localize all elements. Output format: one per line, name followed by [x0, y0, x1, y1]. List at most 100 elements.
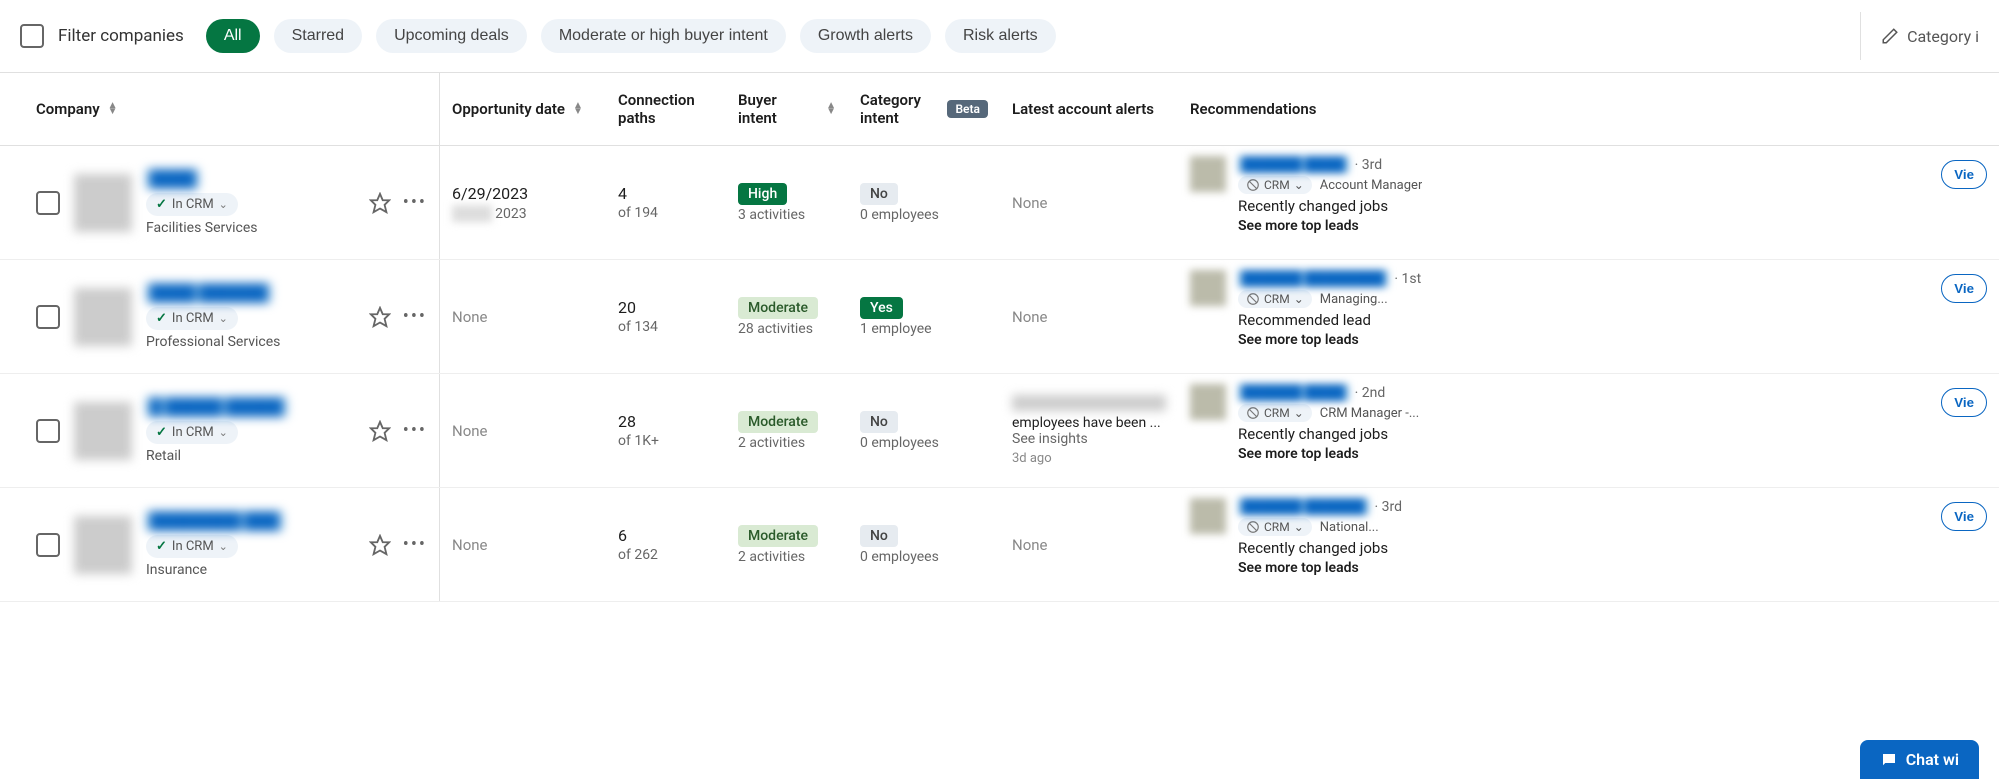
chevron-down-icon: ⌄ [1294, 178, 1304, 192]
lead-avatar[interactable] [1190, 384, 1226, 420]
check-icon: ✓ [156, 197, 167, 212]
check-icon: ✓ [156, 425, 167, 440]
crm-chip-small[interactable]: CRM ⌄ [1238, 176, 1312, 194]
crm-chip-small[interactable]: CRM ⌄ [1238, 290, 1312, 308]
column-category[interactable]: Category intent Beta [848, 73, 1000, 145]
chevron-down-icon: ⌄ [219, 312, 228, 325]
cell-alerts: employees have been ... See insights 3d … [1000, 374, 1178, 487]
row-checkbox[interactable] [36, 419, 60, 443]
lead-reason: Recently changed jobs [1238, 425, 1929, 443]
category-intent-badge: No [860, 525, 898, 547]
lead-avatar[interactable] [1190, 156, 1226, 192]
view-button[interactable]: Vie [1941, 388, 1987, 417]
conn-total: of 134 [618, 319, 714, 335]
company-logo[interactable] [74, 174, 132, 232]
see-more-leads-link[interactable]: See more top leads [1238, 218, 1929, 234]
cell-connection: 20 of 134 [606, 260, 726, 373]
star-icon[interactable] [369, 420, 391, 442]
opp-sub: ████ 2023 [452, 205, 594, 222]
lead-name-link[interactable]: ██████ ████████ [1238, 270, 1388, 287]
star-icon[interactable] [369, 306, 391, 328]
select-all-checkbox[interactable] [20, 24, 44, 48]
buyer-activities: 3 activities [738, 207, 836, 223]
lead-name-link[interactable]: ██████ ██████ [1238, 498, 1369, 515]
company-name-link[interactable]: ████████ ███ [146, 511, 283, 531]
alerts-none: None [1012, 536, 1166, 554]
more-actions-icon[interactable]: ••• [403, 420, 427, 441]
column-connection[interactable]: Connection paths [606, 73, 726, 145]
rec-body: ██████ ████ · 2nd CRM ⌄ CRM Manager -...… [1238, 384, 1929, 462]
chevron-down-icon: ⌄ [219, 198, 228, 211]
star-icon[interactable] [369, 534, 391, 556]
lead-reason: Recently changed jobs [1238, 539, 1929, 557]
company-info: ████████ ███ ✓ In CRM ⌄ Insurance [146, 511, 355, 578]
column-alerts[interactable]: Latest account alerts [1000, 73, 1178, 145]
view-button[interactable]: Vie [1941, 160, 1987, 189]
category-employees: 0 employees [860, 207, 988, 223]
lead-avatar[interactable] [1190, 270, 1226, 306]
crm-chip[interactable]: ✓ In CRM ⌄ [146, 307, 238, 330]
column-opportunity[interactable]: Opportunity date ▲▼ [440, 73, 606, 145]
column-buyer[interactable]: Buyer intent ▲▼ [726, 73, 848, 145]
crm-chip-small[interactable]: CRM ⌄ [1238, 518, 1312, 536]
crm-chip-small[interactable]: CRM ⌄ [1238, 404, 1312, 422]
company-industry: Facilities Services [146, 220, 355, 236]
company-name-link[interactable]: █ █████ █████ [146, 397, 287, 417]
cell-connection: 28 of 1K+ [606, 374, 726, 487]
category-edit-action[interactable]: Category i [1860, 12, 1979, 60]
lead-name-link[interactable]: ██████ ████ [1238, 384, 1349, 401]
more-actions-icon[interactable]: ••• [403, 192, 427, 213]
cell-category: No 0 employees [848, 146, 1000, 259]
company-logo[interactable] [74, 516, 132, 574]
see-more-leads-link[interactable]: See more top leads [1238, 332, 1929, 348]
company-name-link[interactable]: ████ [146, 169, 199, 189]
crm-chip[interactable]: ✓ In CRM ⌄ [146, 421, 238, 444]
chat-widget[interactable]: Chat wi [1860, 740, 1979, 779]
cell-alerts: None [1000, 146, 1178, 259]
crm-chip[interactable]: ✓ In CRM ⌄ [146, 193, 238, 216]
category-edit-label: Category i [1907, 27, 1979, 46]
cell-company: ████ ██████ ✓ In CRM ⌄ Professional Serv… [0, 260, 440, 373]
star-icon[interactable] [369, 192, 391, 214]
rec-body: ██████ ████████ · 1st CRM ⌄ Managing... … [1238, 270, 1929, 348]
crm-chip[interactable]: ✓ In CRM ⌄ [146, 535, 238, 558]
filter-pill-upcoming[interactable]: Upcoming deals [376, 19, 527, 53]
see-more-leads-link[interactable]: See more top leads [1238, 560, 1929, 576]
cell-company: █ █████ █████ ✓ In CRM ⌄ Retail ••• [0, 374, 440, 487]
filter-pill-intent[interactable]: Moderate or high buyer intent [541, 19, 786, 53]
lead-avatar[interactable] [1190, 498, 1226, 534]
category-employees: 0 employees [860, 549, 988, 565]
view-button[interactable]: Vie [1941, 274, 1987, 303]
company-logo[interactable] [74, 402, 132, 460]
column-recommendations[interactable]: Recommendations [1178, 73, 1999, 145]
row-checkbox[interactable] [36, 305, 60, 329]
cell-alerts: None [1000, 260, 1178, 373]
table-row: ████ ██████ ✓ In CRM ⌄ Professional Serv… [0, 260, 1999, 374]
filter-pill-risk[interactable]: Risk alerts [945, 19, 1056, 53]
filter-pill-starred[interactable]: Starred [274, 19, 362, 53]
pencil-icon [1881, 27, 1899, 45]
column-company[interactable]: Company ▲▼ [0, 73, 440, 145]
filter-pill-all[interactable]: All [206, 19, 260, 53]
cell-category: Yes 1 employee [848, 260, 1000, 373]
company-name-link[interactable]: ████ ██████ [146, 283, 271, 303]
filter-pill-growth[interactable]: Growth alerts [800, 19, 931, 53]
view-button[interactable]: Vie [1941, 502, 1987, 531]
cell-buyer: Moderate 28 activities [726, 260, 848, 373]
see-more-leads-link[interactable]: See more top leads [1238, 446, 1929, 462]
row-checkbox[interactable] [36, 533, 60, 557]
more-actions-icon[interactable]: ••• [403, 306, 427, 327]
lead-name-link[interactable]: ██████ ████ [1238, 156, 1349, 173]
cell-buyer: Moderate 2 activities [726, 374, 848, 487]
beta-badge: Beta [947, 100, 988, 118]
conn-total: of 262 [618, 547, 714, 563]
chat-icon [1880, 751, 1898, 769]
conn-total: of 194 [618, 205, 714, 221]
row-checkbox[interactable] [36, 191, 60, 215]
more-actions-icon[interactable]: ••• [403, 534, 427, 555]
company-logo[interactable] [74, 288, 132, 346]
see-insights-link[interactable]: See insights [1012, 431, 1088, 447]
filter-bar: Filter companies All Starred Upcoming de… [0, 0, 1999, 73]
sort-icon: ▲▼ [826, 103, 836, 115]
buyer-intent-badge: Moderate [738, 525, 818, 547]
